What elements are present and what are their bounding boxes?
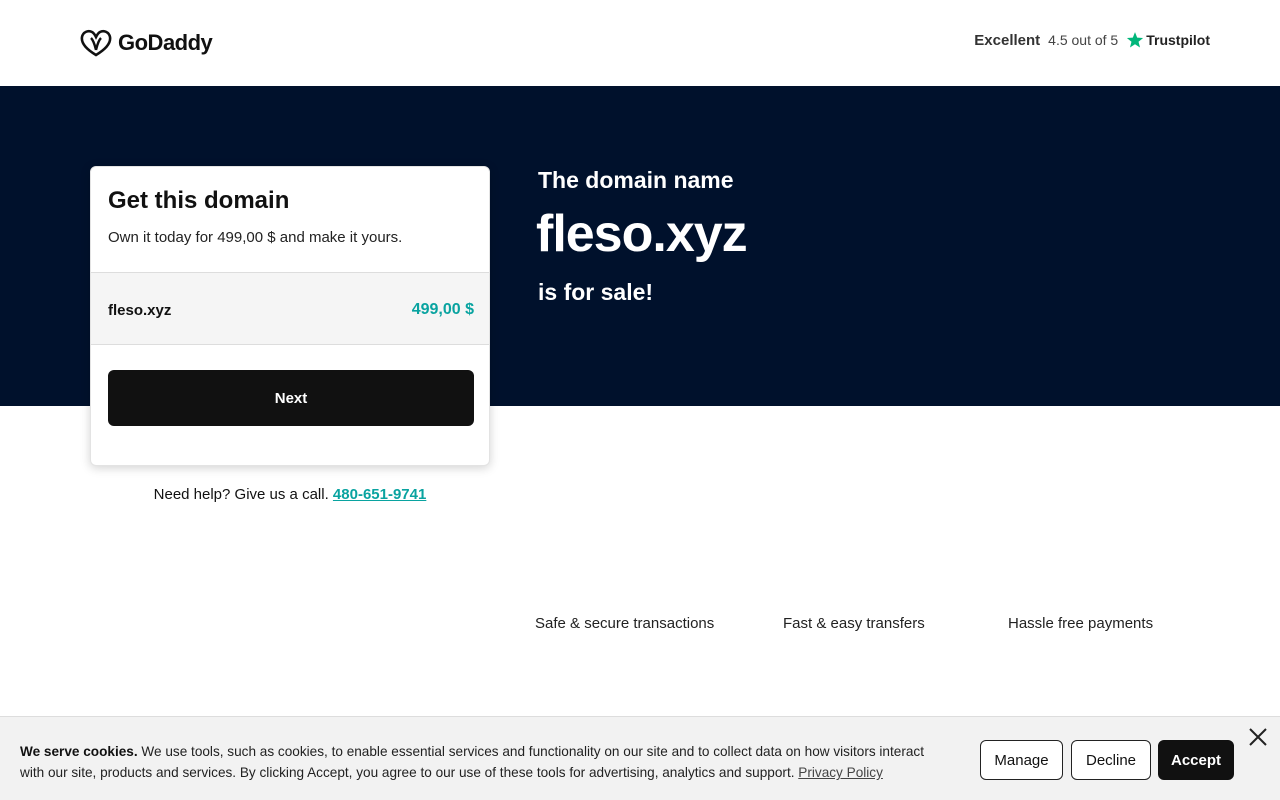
domain-price-row: fleso.xyz 499,00 $ [91, 272, 489, 345]
cookie-banner: We serve cookies. We use tools, such as … [0, 716, 1280, 800]
hero-domain-name: fleso.xyz [536, 205, 748, 263]
trust-score: 4.5 out of 5 [1048, 32, 1119, 48]
feature-payments: Hassle free payments [1008, 615, 1154, 632]
site-header: GoDaddy Excellent 4.5 out of 5 Trustpilo… [0, 0, 1280, 86]
trustpilot-label: Trustpilot [1146, 32, 1210, 48]
manage-button[interactable]: Manage [980, 740, 1063, 780]
logo-text: GoDaddy [118, 30, 213, 55]
feature-secure: Safe & secure transactions [535, 615, 715, 632]
star-icon [1127, 32, 1144, 48]
card-title: Get this domain [108, 187, 290, 214]
cookie-body: We use tools, such as cookies, to enable… [20, 744, 924, 780]
close-icon[interactable] [1247, 726, 1269, 748]
row-price: 499,00 $ [411, 301, 474, 318]
trustpilot-brand: Trustpilot [1126, 31, 1210, 49]
godaddy-logo[interactable]: GoDaddy [80, 28, 213, 58]
decline-button[interactable]: Decline [1071, 740, 1151, 780]
trustpilot-rating[interactable]: Excellent 4.5 out of 5 Trustpilot [974, 31, 1210, 49]
phone-link[interactable]: 480-651-9741 [333, 486, 426, 503]
cookie-heading: We serve cookies. [20, 744, 138, 759]
hero-line2: is for sale! [538, 279, 654, 305]
trust-label: Excellent [974, 31, 1041, 49]
feature-transfers: Fast & easy transfers [783, 615, 925, 632]
accept-button[interactable]: Accept [1158, 740, 1234, 780]
godaddy-heart-icon [80, 29, 112, 57]
help-text: Need help? Give us a call. [153, 486, 329, 503]
help-line: Need help? Give us a call. 480-651-9741 [90, 486, 490, 503]
privacy-policy-link[interactable]: Privacy Policy [798, 765, 883, 780]
cookie-message: We serve cookies. We use tools, such as … [20, 741, 950, 783]
row-domain-name: fleso.xyz [108, 302, 172, 319]
next-button[interactable]: Next [108, 370, 474, 426]
purchase-card: Get this domain Own it today for 499,00 … [90, 166, 490, 466]
hero-line1: The domain name [538, 167, 734, 193]
card-description: Own it today for 499,00 $ and make it yo… [108, 229, 403, 246]
